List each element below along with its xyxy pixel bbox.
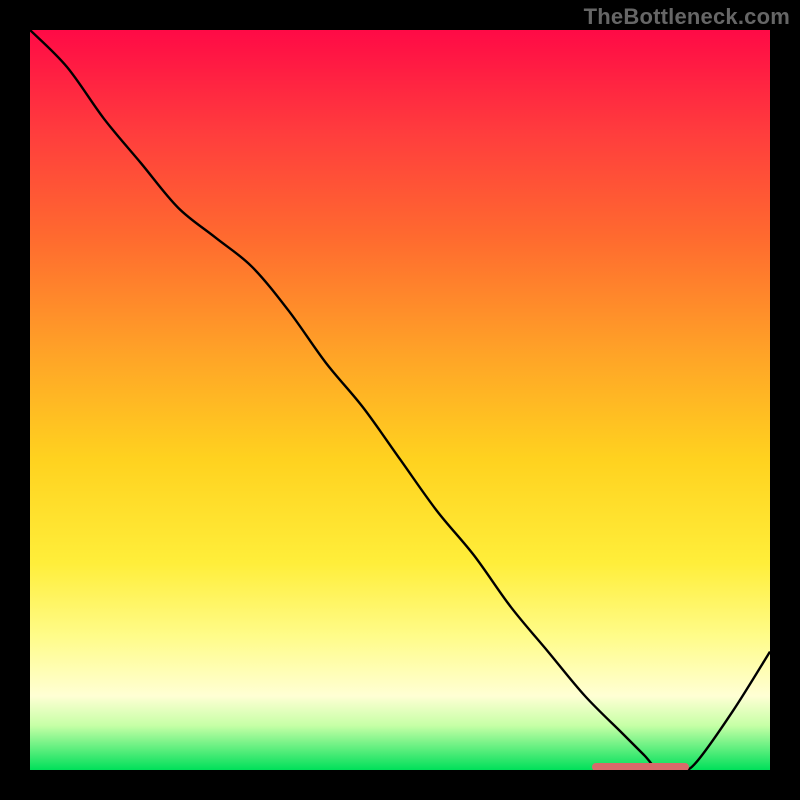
plot-area bbox=[30, 30, 770, 770]
chart-frame: TheBottleneck.com bbox=[0, 0, 800, 800]
bottleneck-curve bbox=[30, 30, 770, 770]
curve-path bbox=[30, 30, 770, 770]
optimal-range-marker bbox=[592, 763, 688, 770]
watermark-text: TheBottleneck.com bbox=[584, 4, 790, 30]
